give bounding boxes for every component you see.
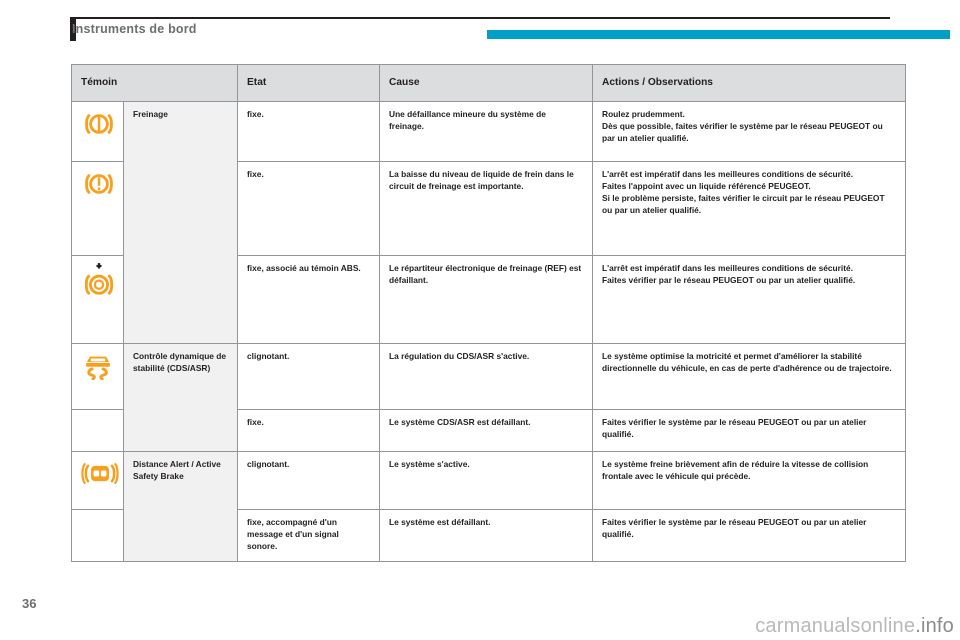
- brake-fluid-icon: [71, 161, 124, 257]
- cell-actions: Faites vérifier le système par le réseau…: [592, 409, 907, 453]
- cell-etat: clignotant.: [237, 451, 381, 511]
- tell-tale-icon-empty: [71, 409, 124, 453]
- cell-cause: Le répartiteur électronique de freinage …: [379, 255, 594, 345]
- table-header-row: Témoin Etat Cause Actions / Observations: [70, 63, 907, 103]
- cell-actions: Le système optimise la motricité et perm…: [592, 343, 907, 411]
- table-row: Freinage fixe. Une défaillance mineure du …: [71, 101, 907, 345]
- chapter-title: Instruments de bord: [72, 22, 197, 36]
- brake-ref-icon: [71, 255, 124, 345]
- distance-alert-icon: [71, 451, 124, 511]
- brake-warning-icon: [71, 101, 124, 163]
- table-row: Contrôle dynamique de stabilité (CDS/ASR…: [71, 343, 907, 453]
- column-header-actions: Actions / Observations: [592, 63, 907, 103]
- warning-indicators-table: Témoin Etat Cause Actions / Observations…: [70, 63, 907, 563]
- cell-cause: La régulation du CDS/ASR s'active.: [379, 343, 594, 411]
- cell-etat: fixe.: [237, 161, 381, 257]
- tell-tale-name: Distance Alert / Active Safety Brake: [122, 451, 239, 563]
- site-watermark: carmanualsonline.info: [755, 615, 954, 637]
- cell-cause: Le système est défaillant.: [379, 509, 594, 563]
- cell-actions: Le système freine brièvement afin de réd…: [592, 451, 907, 511]
- column-header-cause: Cause: [379, 63, 594, 103]
- column-header-etat: Etat: [237, 63, 381, 103]
- cell-etat: fixe.: [237, 409, 381, 453]
- cell-etat: fixe.: [237, 101, 381, 163]
- cell-actions: Roulez prudemment. Dès que possible, fait…: [592, 101, 907, 163]
- cell-etat: clignotant.: [237, 343, 381, 411]
- esp-skid-icon: [71, 343, 124, 411]
- tell-tale-name: Contrôle dynamique de stabilité (CDS/ASR…: [122, 343, 239, 453]
- column-header-temoin: Témoin: [70, 63, 239, 103]
- cell-cause: Une défaillance mineure du système de fr…: [379, 101, 594, 163]
- cell-etat: fixe, accompagné d'un message et d'un si…: [237, 509, 381, 563]
- table-header: Témoin Etat Cause Actions / Observations: [70, 63, 907, 103]
- header-rule: [70, 17, 890, 19]
- cell-actions: L'arrêt est impératif dans les meilleure…: [592, 161, 907, 257]
- cell-cause: La baisse du niveau de liquide de frein …: [379, 161, 594, 257]
- tell-tale-icon-empty: [71, 509, 124, 563]
- cell-etat: fixe, associé au témoin ABS.: [237, 255, 381, 345]
- cell-actions: L'arrêt est impératif dans les meilleure…: [592, 255, 907, 345]
- page-number: 36: [22, 596, 37, 611]
- tell-tale-name: Freinage: [122, 101, 239, 345]
- cell-cause: Le système s'active.: [379, 451, 594, 511]
- cell-cause: Le système CDS/ASR est défaillant.: [379, 409, 594, 453]
- header-accent-bar: [487, 30, 950, 39]
- page-header: Instruments de bord: [0, 0, 960, 48]
- cell-actions: Faites vérifier le système par le réseau…: [592, 509, 907, 563]
- table-body: Freinage fixe. Une défaillance mineure du …: [71, 101, 907, 563]
- table-row: Distance Alert / Active Safety Brake clig…: [71, 451, 907, 563]
